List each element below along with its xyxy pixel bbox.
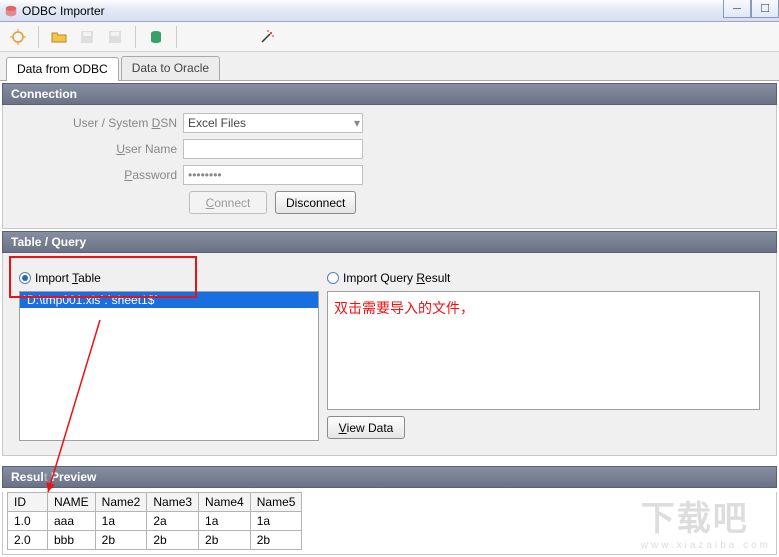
dsn-select[interactable]: Excel Files ▾ bbox=[183, 113, 363, 133]
password-field[interactable] bbox=[183, 165, 363, 185]
dsn-label: User / System DSN bbox=[13, 116, 183, 130]
query-textarea[interactable]: 双击需要导入的文件， bbox=[327, 291, 760, 410]
table-cell: 2b bbox=[250, 531, 302, 550]
table-cell: 1a bbox=[250, 512, 302, 531]
table-header[interactable]: ID bbox=[8, 493, 48, 512]
password-label: Password bbox=[13, 168, 183, 182]
result-preview-header: Result Preview bbox=[2, 466, 777, 488]
tabs: Data from ODBC Data to Oracle bbox=[0, 52, 779, 81]
disconnect-button[interactable]: Disconnect bbox=[275, 191, 356, 214]
connection-header: Connection bbox=[2, 83, 777, 105]
connection-panel: User / System DSN Excel Files ▾ User Nam… bbox=[2, 105, 777, 229]
connect-button: Connect bbox=[189, 191, 267, 214]
table-cell: 2.0 bbox=[8, 531, 48, 550]
result-preview-panel: IDNAMEName2Name3Name4Name5 1.0aaa1a2a1a1… bbox=[2, 492, 777, 555]
tab-label: Data to Oracle bbox=[132, 61, 209, 75]
table-header[interactable]: Name4 bbox=[199, 493, 251, 512]
table-header[interactable]: NAME bbox=[48, 493, 96, 512]
tab-data-to-oracle[interactable]: Data to Oracle bbox=[121, 56, 220, 80]
table-cell: 2b bbox=[147, 531, 199, 550]
table-cell: 1a bbox=[199, 512, 251, 531]
tab-label: Data from ODBC bbox=[17, 62, 108, 76]
save-icon bbox=[75, 25, 99, 49]
tab-data-from-odbc[interactable]: Data from ODBC bbox=[6, 57, 119, 81]
table-header[interactable]: Name3 bbox=[147, 493, 199, 512]
import-query-radio[interactable]: Import Query Result bbox=[327, 267, 760, 291]
annotation-text: 双击需要导入的文件， bbox=[334, 300, 474, 316]
table-cell: 2a bbox=[147, 512, 199, 531]
table-header[interactable]: Name2 bbox=[95, 493, 147, 512]
import-table-label: Import Table bbox=[35, 271, 101, 285]
import-query-label: Import Query Result bbox=[343, 271, 450, 285]
radio-checked-icon bbox=[19, 272, 31, 284]
table-header[interactable]: Name5 bbox=[250, 493, 302, 512]
toolbar bbox=[0, 22, 779, 52]
radio-unchecked-icon bbox=[327, 272, 339, 284]
table-cell: 2b bbox=[199, 531, 251, 550]
result-table: IDNAMEName2Name3Name4Name5 1.0aaa1a2a1a1… bbox=[7, 492, 302, 550]
wand-icon[interactable] bbox=[255, 25, 279, 49]
list-item[interactable]: `D:\tmp001.xls`.`sheet1$` bbox=[20, 292, 318, 308]
title-bar: ODBC Importer ─ ☐ bbox=[0, 0, 779, 22]
username-label: User Name bbox=[13, 142, 183, 156]
maximize-button[interactable]: ☐ bbox=[751, 0, 779, 18]
import-table-radio[interactable]: Import Table bbox=[19, 267, 319, 291]
dsn-value: Excel Files bbox=[188, 116, 246, 130]
minimize-button[interactable]: ─ bbox=[723, 0, 751, 18]
table-listbox[interactable]: `D:\tmp001.xls`.`sheet1$` bbox=[19, 291, 319, 441]
table-cell: aaa bbox=[48, 512, 96, 531]
table-cell: bbb bbox=[48, 531, 96, 550]
window-controls: ─ ☐ bbox=[723, 0, 779, 18]
app-icon bbox=[4, 4, 18, 18]
view-data-button[interactable]: View Data bbox=[327, 416, 405, 439]
table-query-header: Table / Query bbox=[2, 231, 777, 253]
table-cell: 1a bbox=[95, 512, 147, 531]
open-icon[interactable] bbox=[47, 25, 71, 49]
save-as-icon bbox=[103, 25, 127, 49]
table-row[interactable]: 1.0aaa1a2a1a1a bbox=[8, 512, 302, 531]
table-query-panel: Import Table `D:\tmp001.xls`.`sheet1$` I… bbox=[2, 253, 777, 456]
database-icon[interactable] bbox=[144, 25, 168, 49]
chevron-down-icon: ▾ bbox=[354, 116, 360, 130]
table-cell: 1.0 bbox=[8, 512, 48, 531]
new-icon[interactable] bbox=[6, 25, 30, 49]
table-cell: 2b bbox=[95, 531, 147, 550]
table-row[interactable]: 2.0bbb2b2b2b2b bbox=[8, 531, 302, 550]
window-title: ODBC Importer bbox=[22, 4, 105, 18]
username-field[interactable] bbox=[183, 139, 363, 159]
